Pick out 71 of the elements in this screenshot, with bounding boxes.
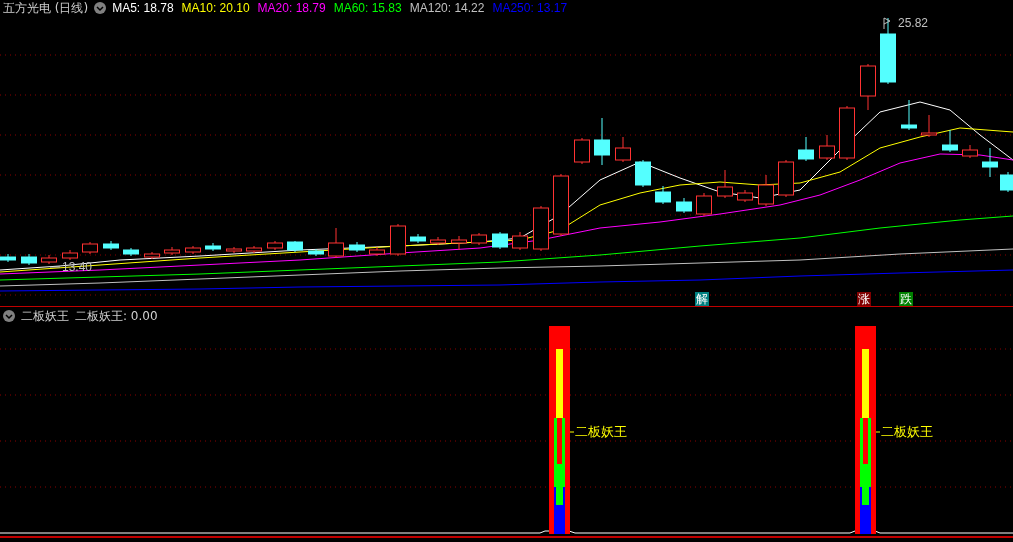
candlestick <box>226 246 242 254</box>
candlestick <box>574 137 590 165</box>
candlestick <box>737 189 753 203</box>
candlestick <box>328 227 344 259</box>
candlestick <box>798 136 814 162</box>
moving-average-value: MA20: 18.79 <box>257 0 326 17</box>
signal-tag: 解 <box>695 292 709 306</box>
candlestick <box>430 236 446 246</box>
candlestick <box>62 249 78 261</box>
candlestick <box>1000 171 1013 193</box>
leader-line <box>49 266 61 268</box>
bar-label: 二板妖王 <box>881 424 933 439</box>
stock-title: 五方光电 (日线) <box>3 0 89 17</box>
leader-line <box>569 431 575 433</box>
candlestick <box>717 169 733 199</box>
candlestick <box>615 136 631 163</box>
leader-line <box>875 431 881 433</box>
moving-average-value: MA10: 20.10 <box>181 0 250 17</box>
candlestick <box>512 231 528 251</box>
candlestick <box>901 99 917 131</box>
candlestick <box>144 251 160 260</box>
candlestick <box>246 245 262 254</box>
flag-icon <box>883 17 891 30</box>
candlestick <box>369 246 385 257</box>
moving-average-value: MA250: 13.17 <box>492 0 568 17</box>
signal-tag: 跌 <box>899 292 913 306</box>
candlestick <box>942 129 958 153</box>
candlestick <box>758 174 774 207</box>
candlestick <box>492 231 508 250</box>
candlestick <box>0 253 16 263</box>
bar-label: 二板妖王 <box>575 424 627 439</box>
candlestick <box>308 248 324 257</box>
candlestick <box>839 105 855 161</box>
candlestick <box>533 205 549 252</box>
candlestick <box>123 247 139 257</box>
candlestick <box>471 232 487 246</box>
high-price-label: 25.82 <box>898 16 929 30</box>
candlestick <box>41 254 57 265</box>
candlestick <box>655 185 671 205</box>
candlestick <box>451 235 467 251</box>
candlestick <box>205 242 221 252</box>
candlestick <box>962 144 978 159</box>
moving-average-value: MA5: 18.78 <box>112 0 174 17</box>
dropdown-icon[interactable] <box>3 309 15 322</box>
dropdown-icon[interactable] <box>94 2 107 14</box>
candlestick <box>349 241 365 253</box>
candlestick <box>676 197 692 214</box>
candlestick <box>553 173 569 237</box>
candlestick <box>778 159 794 198</box>
candlestick <box>696 192 712 217</box>
candlestick <box>185 245 201 255</box>
candlestick <box>164 246 180 256</box>
candlestick <box>860 63 876 111</box>
candlestick <box>390 223 406 257</box>
candlestick <box>21 253 37 266</box>
candlestick <box>103 240 119 251</box>
candlestick <box>880 17 896 85</box>
candlestick <box>921 114 937 138</box>
candlestick <box>982 147 998 178</box>
candlestick <box>594 117 610 166</box>
signal-tag: 涨 <box>857 292 871 306</box>
candlestick <box>287 240 303 253</box>
candlestick <box>410 233 426 244</box>
candlestick <box>267 240 283 251</box>
moving-average-value: MA60: 15.83 <box>333 0 402 17</box>
indicator-reading: 二板妖王: 0.00 <box>75 307 158 325</box>
candlestick <box>82 241 98 255</box>
candlestick <box>819 134 835 161</box>
indicator-name: 二板妖王 <box>21 307 69 325</box>
moving-average-value: MA120: 14.22 <box>409 0 485 17</box>
candlestick <box>635 159 651 188</box>
